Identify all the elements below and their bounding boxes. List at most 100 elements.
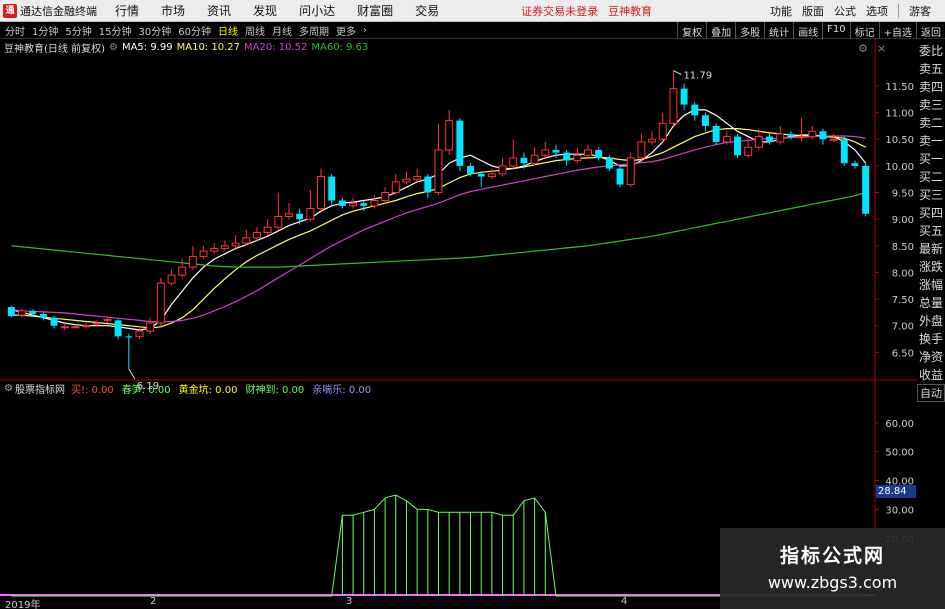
indicator-settings-icon[interactable]: ⚙ [4,383,13,394]
menu-ask[interactable]: 问小达 [299,2,335,19]
high-price-label: 11.79 [683,71,712,82]
candle-body [530,154,539,164]
side-panel-item[interactable]: 卖五 [917,60,945,78]
side-panel-item[interactable]: 买一 [917,150,945,168]
candle-body [125,336,133,338]
time-label: 3 [346,596,353,607]
candle-body [445,120,454,151]
side-panel-item[interactable]: 卖四 [917,78,945,96]
kline-chart[interactable]: 11.50 11.00 10.50 10.00 9.50 9.00 8.50 8.00 7.50… [0,39,917,609]
candle-body [242,237,251,244]
candle-body [595,149,603,158]
candle-body [712,125,720,142]
candle-body [808,130,817,138]
ma-info-line: 豆神教育(日线 前复权) ⚙ MA5: 9.99 MA10: 10.27 MA2… [0,40,368,55]
side-panel-item[interactable]: 最新 [917,240,945,258]
side-panel-item[interactable]: 买二 [917,168,945,186]
side-panel-item[interactable]: 买三 [917,186,945,204]
candle-body [616,168,624,185]
add-watchlist-button[interactable]: +自选 [878,22,916,39]
side-panel-item[interactable]: 收益 [917,366,945,384]
period-intraday[interactable]: 分时 [5,23,25,38]
side-panel-item[interactable]: 外盘 [917,312,945,330]
candle-body [498,165,507,175]
period-1min[interactable]: 1分钟 [32,23,58,38]
candle-body [188,255,197,268]
side-panel-item[interactable]: 卖二 [917,114,945,132]
candle-body [702,115,709,126]
candle-body [648,138,657,143]
candle-body [424,176,432,193]
candle-body [381,192,390,202]
side-panel-item[interactable]: 买四 [917,204,945,222]
app-logo-icon: 通 [3,3,17,18]
price-tick-label: 7.00 [892,322,914,333]
candle-body [103,318,112,321]
price-tick-label: 8.00 [892,268,914,279]
back-button[interactable]: 返回 [916,22,945,39]
menu-news[interactable]: 资讯 [207,2,231,19]
guest-button[interactable]: 游客 [909,3,931,19]
indicator-field: 财神到: 0.00 [245,384,305,396]
mark-button[interactable]: 标记 [849,22,879,39]
price-tick-label: 6.50 [892,348,914,359]
auto-button[interactable]: 自动 [917,384,945,402]
period-more[interactable]: 更多 [336,23,356,38]
side-panel-item[interactable]: 净资 [917,348,945,366]
side-panel-item[interactable]: 涨跌 [917,258,945,276]
candle-body [658,122,667,140]
gear-icon[interactable]: ⚙ [109,42,118,53]
menu-market[interactable]: 市场 [161,2,185,19]
side-panel-item[interactable]: 卖三 [917,96,945,114]
candle-body [840,139,848,164]
candle-body [71,326,80,329]
formula-button[interactable]: 公式 [834,3,856,19]
menu-quotes[interactable]: 行情 [115,2,139,19]
indicator-field: 黄金坑: 0.00 [178,384,238,396]
side-panel-item[interactable]: 买五 [917,222,945,240]
function-button[interactable]: 功能 [770,3,792,19]
indicator-fields: 买!: 0.00 春笋: 0.00 黄金坑: 0.00 财神到: 0.00 亲喘乐: 0… [71,381,379,396]
period-30min[interactable]: 30分钟 [138,23,171,38]
layout-button[interactable]: 版面 [802,3,824,19]
settings-icon[interactable]: ⚙ [858,42,868,55]
side-panel-item[interactable]: 委比 [917,42,945,60]
menu-discover[interactable]: 发现 [253,2,277,19]
side-panel-item[interactable]: 卖一 [917,132,945,150]
adjust-button[interactable]: 复权 [677,22,706,39]
draw-button[interactable]: 画线 [793,22,822,39]
close-icon[interactable]: × [877,42,886,55]
candle-body [851,163,859,166]
indicator-field: 买!: 0.00 [70,384,114,396]
indicator-tick-label: 30.00 [885,505,914,516]
period-multi[interactable]: 多周期 [299,23,329,38]
multi-stock-button[interactable]: 多股 [735,22,764,39]
f10-button[interactable]: F10 [822,22,849,39]
indicator-info-line: ⚙ 股票指标网 买!: 0.00 春笋: 0.00 黄金坑: 0.00 财神到: 0.… [4,381,381,396]
candle-body [402,178,411,183]
menu-trade[interactable]: 交易 [415,2,439,19]
options-button[interactable]: 选项 [866,3,888,19]
ma10-label: MA10: 10.27 [176,41,240,53]
period-5min[interactable]: 5分钟 [65,23,91,38]
overlay-button[interactable]: 叠加 [706,22,735,39]
side-panel-item[interactable]: 总量 [917,294,945,312]
period-daily[interactable]: 日线 [218,23,238,38]
candle-body [220,245,229,249]
period-monthly[interactable]: 月线 [272,23,292,38]
side-panel-item[interactable]: 涨幅 [917,276,945,294]
candle-body [563,152,571,161]
chevron-right-icon[interactable]: › [363,25,367,36]
candle-body [360,203,368,206]
period-weekly[interactable]: 周线 [245,23,265,38]
indicator-name: 股票指标网 [14,384,65,396]
login-notice[interactable]: 证券交易未登录 [521,3,598,19]
stats-button[interactable]: 统计 [764,22,793,39]
candle-body [7,307,15,317]
candle-body [50,317,58,326]
period-15min[interactable]: 15分钟 [99,23,132,38]
menu-wealth[interactable]: 财富圈 [357,2,393,19]
candle-body [691,104,699,116]
side-panel-item[interactable]: 换手 [917,330,945,348]
period-60min[interactable]: 60分钟 [178,23,211,38]
